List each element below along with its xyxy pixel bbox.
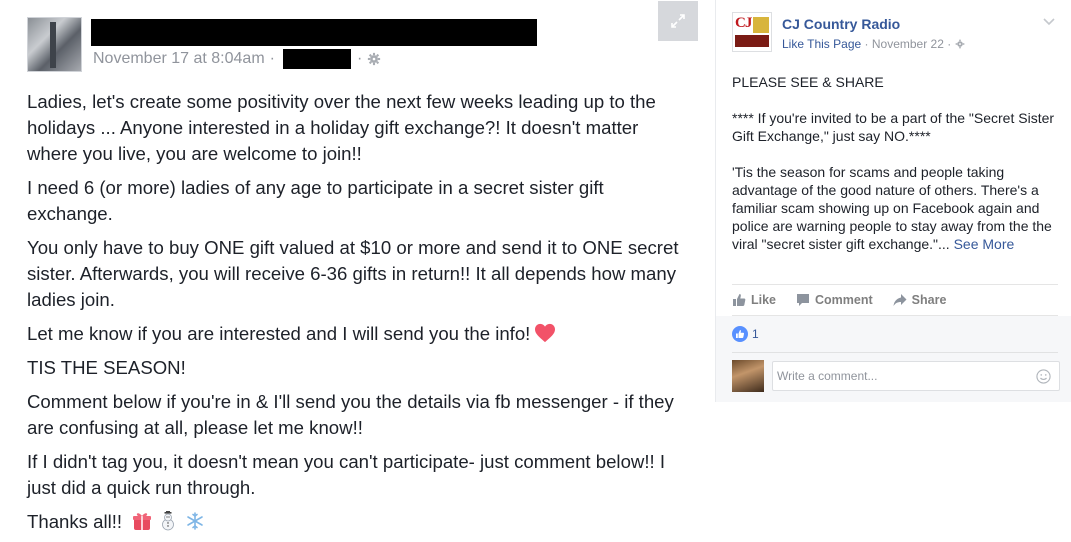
expand-button[interactable] [658, 1, 698, 41]
feedback-area: 1 [716, 316, 1071, 402]
meta-separator: · [269, 50, 275, 67]
like-button[interactable]: Like [732, 293, 776, 307]
see-more-link[interactable]: See More [954, 236, 1015, 252]
post-body: Ladies, let's create some positivity ove… [27, 89, 687, 542]
like-page-link[interactable]: Like This Page [782, 37, 861, 51]
page-post-text: PLEASE SEE & SHARE **** If you're invite… [732, 73, 1057, 271]
page-logo[interactable]: CJ [732, 12, 772, 52]
post-paragraph: You only have to buy ONE gift valued at … [27, 237, 679, 310]
post-meta: November 17 at 8:04am · · [93, 49, 381, 69]
gear-icon[interactable] [955, 39, 965, 49]
gear-icon[interactable] [367, 52, 381, 66]
avatar [732, 360, 764, 392]
page-name-link[interactable]: CJ Country Radio [782, 16, 900, 32]
reaction-count[interactable]: 1 [752, 327, 759, 341]
post-body-with-link: 'Tis the season for scams and people tak… [732, 163, 1057, 253]
post-paragraph: If I didn't tag you, it doesn't mean you… [27, 451, 665, 498]
meta-separator: · [947, 37, 952, 51]
like-reaction-icon[interactable] [732, 326, 748, 342]
share-button[interactable]: Share [893, 293, 947, 307]
post-paragraph: Let me know if you are interested and I … [27, 323, 531, 344]
share-icon [893, 294, 907, 306]
divider [732, 352, 1058, 353]
comment-button[interactable]: Comment [796, 293, 873, 307]
meta-separator: · [864, 37, 869, 51]
post-heading: PLEASE SEE & SHARE [732, 74, 884, 90]
gift-icon [133, 513, 152, 530]
snowflake-icon [186, 512, 203, 530]
share-label: Share [911, 293, 947, 307]
heart-icon [535, 323, 556, 343]
page-meta: Like This Page · November 22 · [782, 37, 965, 51]
author-name-redaction [91, 19, 537, 46]
post-paragraph: I need 6 (or more) ladies of any age to … [27, 177, 604, 224]
meta-separator: · [356, 50, 363, 67]
post-paragraph: TIS THE SEASON! [27, 357, 186, 378]
expand-icon [671, 14, 685, 28]
action-bar: Like Comment Share [732, 284, 1058, 316]
post-paragraph: Ladies, let's create some positivity ove… [27, 91, 656, 164]
author-avatar[interactable] [27, 17, 82, 72]
comment-input[interactable] [772, 361, 1060, 391]
post-paragraph-with-heart: Let me know if you are interested and I … [27, 321, 687, 347]
post-paragraph-with-emoji: Thanks all!! [27, 509, 687, 535]
left-post: November 17 at 8:04am · · Ladies, let's … [0, 0, 705, 542]
chevron-down-icon[interactable] [1042, 14, 1056, 28]
like-label: Like [751, 293, 777, 307]
snowman-icon [162, 511, 175, 531]
meta-redaction [282, 49, 351, 69]
thumbs-up-icon [733, 294, 746, 306]
comment-icon [797, 294, 810, 306]
post-paragraph: Comment below if you're in & I'll send y… [27, 391, 674, 438]
post-timestamp[interactable]: November 17 at 8:04am [93, 50, 265, 68]
comment-label: Comment [815, 293, 873, 307]
post-warning: **** If you're invited to be a part of t… [732, 110, 1055, 144]
shared-page-post: CJ CJ Country Radio Like This Page · Nov… [715, 0, 1071, 402]
post-paragraph: Thanks all!! [27, 511, 123, 532]
smiley-icon[interactable] [1036, 369, 1051, 384]
post-date[interactable]: November 22 [872, 37, 944, 51]
